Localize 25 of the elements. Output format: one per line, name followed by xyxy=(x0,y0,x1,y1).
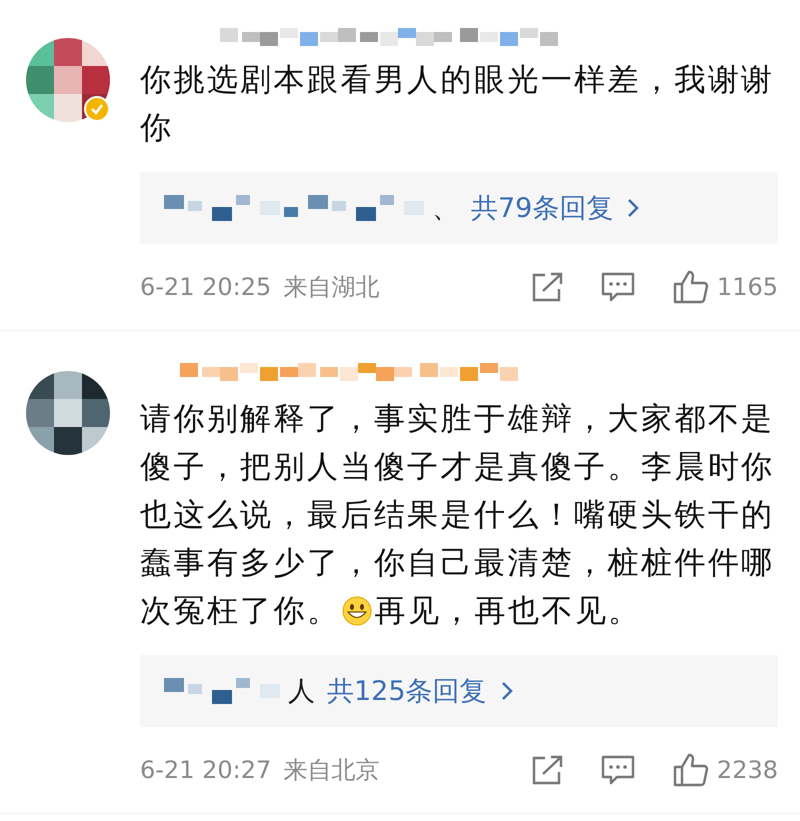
comment-text: 请你别解释了，事实胜于雄辩，大家都不是傻子，把别人当傻子才是真傻子。李晨时你也这么说，最后结果是什么！嘴硬头铁干的蠢事有多少了，你自己最清楚，桩桩件件哪 xyxy=(140,400,776,583)
replies-panel[interactable]: 人 共125条回复 xyxy=(140,655,778,727)
comment-location: 来自北京 xyxy=(283,755,380,786)
thumbs-up-icon[interactable] xyxy=(672,753,709,787)
reply-count-link[interactable]: 共79条回复 xyxy=(471,190,614,226)
share-icon[interactable] xyxy=(530,755,563,785)
comment-icon[interactable] xyxy=(600,755,635,785)
chevron-right-icon xyxy=(500,681,513,701)
replies-panel[interactable]: 、 共79条回复 xyxy=(140,172,778,244)
like-count: 1165 xyxy=(716,273,778,301)
comment-icon[interactable] xyxy=(600,272,635,302)
comment-text: 再见，再也不见。 xyxy=(374,592,642,631)
reply-author: 人 xyxy=(288,675,315,709)
chevron-right-icon xyxy=(627,198,640,218)
comment-time: 6-21 20:27 xyxy=(140,756,272,784)
comment-time: 6-21 20:25 xyxy=(140,273,272,301)
thumbs-up-icon[interactable] xyxy=(672,270,709,304)
reply-count-link[interactable]: 共125条回复 xyxy=(327,673,487,709)
reply-author: 、 xyxy=(432,192,459,226)
share-icon[interactable] xyxy=(530,272,563,302)
like-count: 2238 xyxy=(716,756,778,784)
comment-text: 次冤枉了你。 xyxy=(140,592,340,631)
comment-location: 来自湖北 xyxy=(283,272,380,303)
comment-text: 你挑选剧本跟看男人的眼光一样差，我谢谢你 xyxy=(140,61,776,148)
grin-emoji-icon xyxy=(342,596,372,626)
